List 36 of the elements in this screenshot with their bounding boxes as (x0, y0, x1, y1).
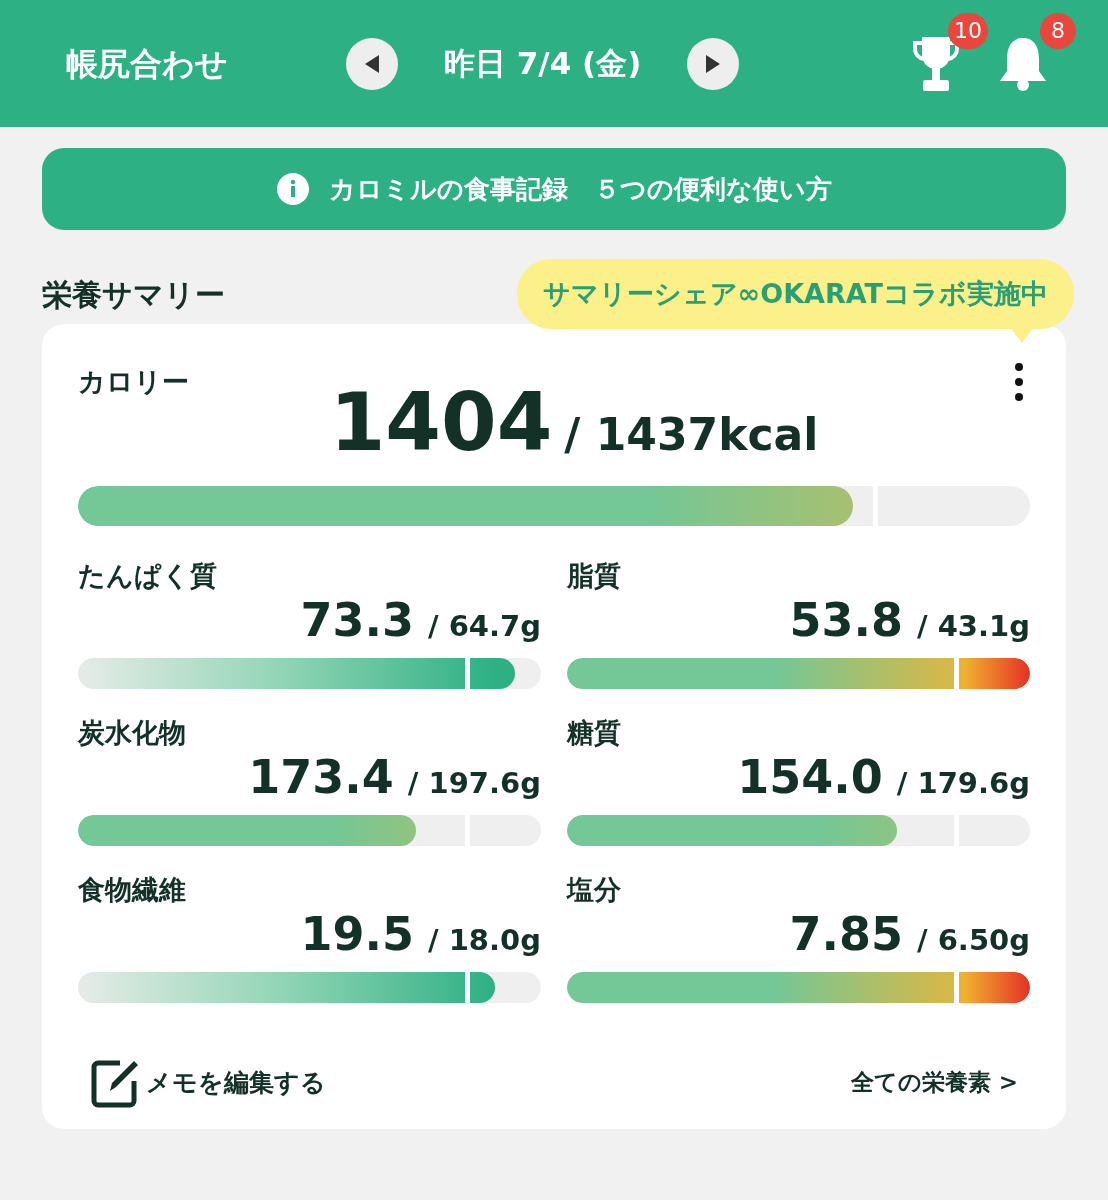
nutrient-value: 53.8 (789, 592, 903, 649)
edit-memo-button[interactable]: メモを編集する (90, 1056, 326, 1109)
nutrient-value: 154.0 (737, 749, 883, 806)
count-badge: 10 (948, 12, 988, 49)
nutrient-value: 19.5 (300, 906, 414, 963)
nutrient-label: 脂質 (567, 558, 622, 593)
previous-day-button[interactable] (346, 37, 398, 90)
nutrient-target: / 6.50g (917, 922, 1030, 959)
nutrient-target: / 18.0g (428, 922, 541, 959)
info-icon (276, 173, 309, 205)
more-options-icon[interactable] (1014, 362, 1024, 402)
nutrient-target: / 43.1g (917, 608, 1030, 645)
nutrient-label: 塩分 (567, 872, 622, 907)
calorie-value: 1404 (329, 382, 553, 463)
nutrient-target: / 179.6g (896, 765, 1030, 802)
nutrient-label: 食物繊維 (78, 872, 187, 907)
nutrient-target: / 64.7g (428, 608, 541, 645)
achievements-button[interactable]: 10 (912, 12, 988, 93)
page-title: 帳尻合わせ (66, 43, 229, 85)
all-nutrients-link[interactable]: 全ての栄養素 > (850, 1065, 1018, 1100)
nutrient-label: 糖質 (567, 715, 622, 750)
section-heading: 栄養サマリー (42, 275, 225, 314)
nutrient-label: 炭水化物 (78, 715, 187, 750)
banner-text: カロミルの食事記録 ５つの便利な使い方 (328, 172, 832, 206)
nutrient-value: 173.4 (248, 749, 394, 806)
notifications-button[interactable]: 8 (998, 12, 1076, 93)
nutrient-target: / 197.6g (407, 765, 541, 802)
calorie-target: / 1437kcal (564, 407, 819, 462)
date-label: 昨日 7/4 (金) (444, 44, 642, 84)
nutrient-value: 73.3 (300, 592, 414, 649)
left-triangle-icon (363, 53, 381, 74)
info-banner[interactable]: カロミルの食事記録 ５つの便利な使い方 (42, 148, 1066, 230)
nutrient-label: たんぱく質 (78, 558, 218, 593)
calorie-label: カロリー (78, 365, 189, 399)
nutrient-value: 7.85 (789, 906, 903, 963)
count-badge: 8 (1040, 12, 1076, 49)
